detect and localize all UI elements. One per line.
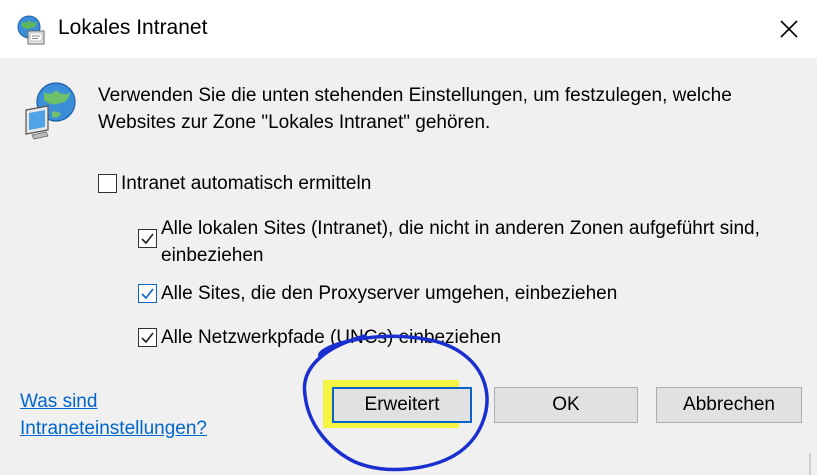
checkmark-icon: [141, 288, 154, 300]
checkbox-include-proxy-bypass[interactable]: Alle Sites, die den Proxyserver umgehen,…: [138, 280, 617, 307]
checkbox-box[interactable]: [98, 174, 117, 193]
checkmark-icon: [141, 233, 154, 245]
close-button[interactable]: [772, 12, 806, 46]
help-link-intranet-settings[interactable]: Was sind Intraneteinstellungen?: [20, 388, 280, 442]
checkbox-box[interactable]: [138, 229, 157, 248]
window-title: Lokales Intranet: [58, 16, 208, 39]
checkbox-label: Alle Sites, die den Proxyserver umgehen,…: [161, 283, 618, 304]
checkbox-label: Alle Netzwerkpfade (UNCs) einbeziehen: [161, 327, 502, 348]
advanced-button[interactable]: Erweitert: [332, 387, 472, 423]
dialog-content: Verwenden Sie die unten stehenden Einste…: [0, 58, 817, 475]
checkbox-include-local-sites[interactable]: Alle lokalen Sites (Intranet), die nicht…: [138, 215, 810, 269]
globe-computer-icon: [17, 15, 45, 45]
checkbox-label: Alle lokalen Sites (Intranet), die nicht…: [161, 218, 760, 266]
ok-button[interactable]: OK: [494, 387, 638, 423]
zone-description: Verwenden Sie die unten stehenden Einste…: [98, 85, 732, 133]
checkbox-label: Intranet automatisch ermitteln: [121, 173, 372, 194]
title-bar: Lokales Intranet: [0, 0, 817, 58]
cancel-button[interactable]: Abbrechen: [656, 387, 802, 423]
close-icon: [780, 20, 798, 38]
checkbox-include-unc-paths[interactable]: Alle Netzwerkpfade (UNCs) einbeziehen: [138, 324, 501, 351]
globe-monitor-icon: [25, 82, 76, 140]
checkbox-auto-detect-intranet[interactable]: Intranet automatisch ermitteln: [98, 170, 371, 197]
checkbox-box[interactable]: [138, 328, 157, 347]
resize-grip-icon[interactable]: [800, 453, 817, 475]
checkmark-icon: [141, 332, 154, 344]
checkbox-box[interactable]: [138, 284, 157, 303]
